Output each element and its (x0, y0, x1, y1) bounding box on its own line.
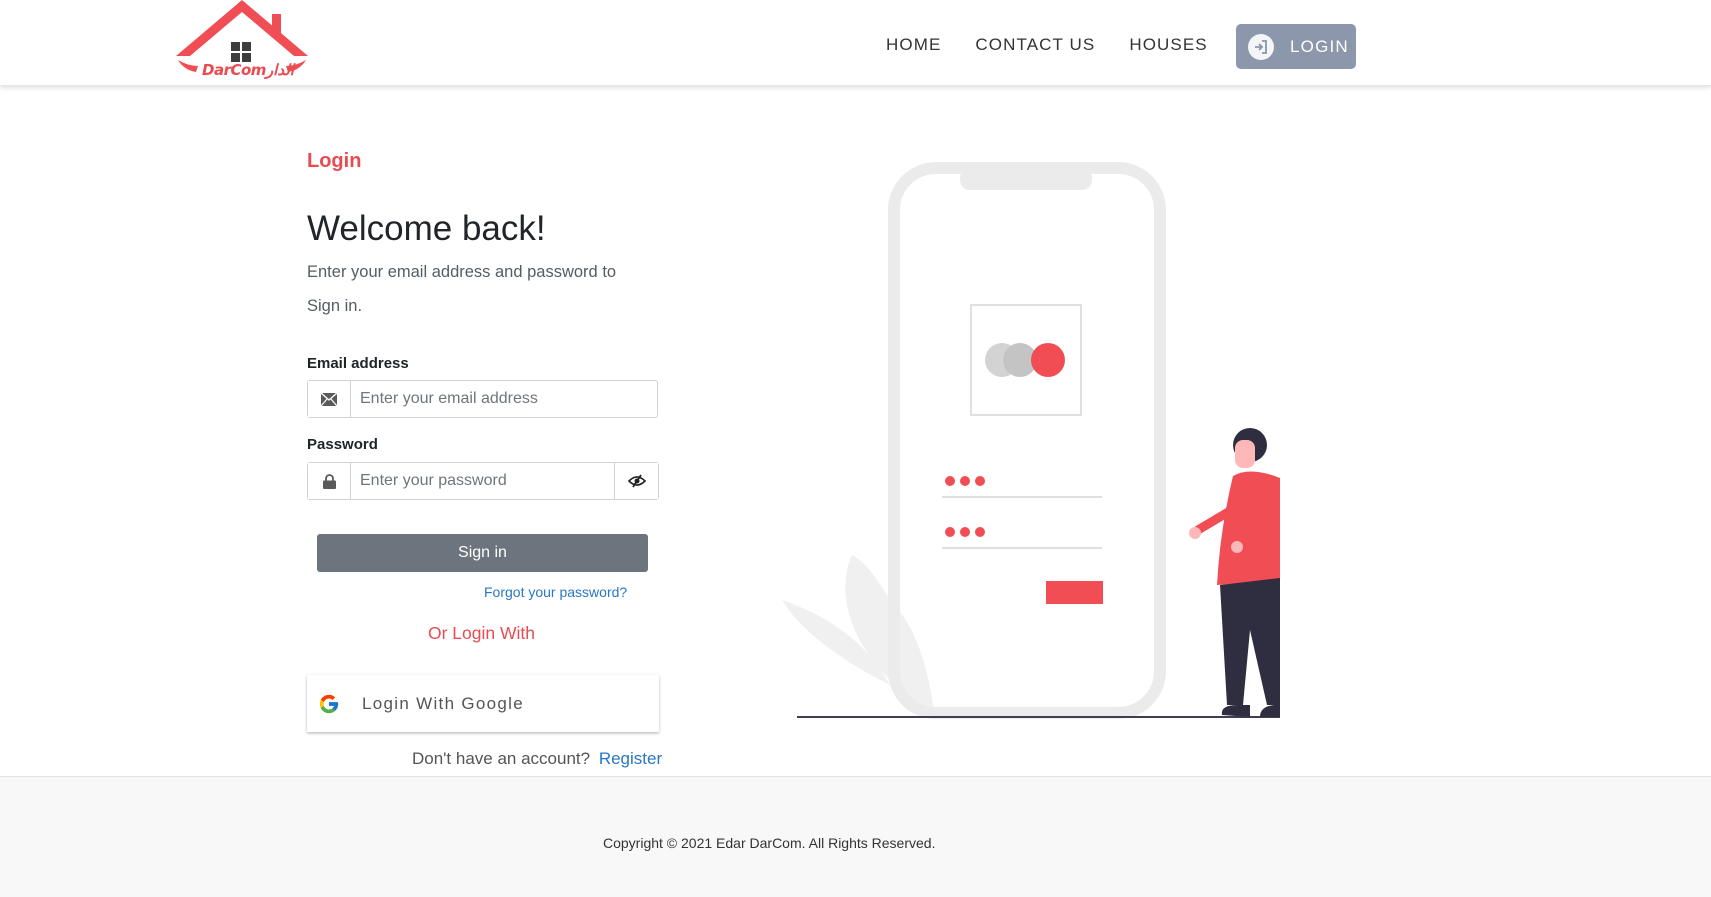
login-arrow-icon (1248, 33, 1274, 60)
nav-home[interactable]: HOME (886, 35, 941, 55)
password-input-group (307, 462, 659, 500)
nav-houses[interactable]: HOUSES (1129, 35, 1207, 55)
register-prompt: Don't have an account? Register (412, 749, 662, 769)
section-title: Login (307, 150, 362, 172)
forgot-password-link[interactable]: Forgot your password? (484, 584, 627, 600)
welcome-heading: Welcome back! (307, 209, 546, 248)
darcom-logo[interactable]: DarComالدار (172, 0, 312, 84)
or-login-with-text: Or Login With (428, 623, 535, 643)
google-icon (318, 693, 340, 715)
envelope-icon (308, 381, 351, 417)
phone-login-illustration-icon (782, 162, 1285, 719)
lock-icon (308, 463, 351, 499)
no-account-text: Don't have an account? (412, 749, 591, 768)
eye-slash-icon[interactable] (614, 463, 658, 499)
logo-text: DarComالدار (202, 61, 294, 79)
google-login-label: Login With Google (362, 693, 524, 713)
google-login-button[interactable]: Login With Google (307, 675, 659, 732)
email-label: Email address (307, 355, 409, 372)
nav-login-button[interactable]: LOGIN (1236, 24, 1356, 69)
password-label: Password (307, 436, 378, 453)
login-form: Login Welcome back! Enter your email add… (307, 150, 662, 768)
login-subtitle: Enter your email address and password to… (307, 263, 617, 315)
footer: Copyright © 2021 Edar DarCom. All Rights… (0, 776, 1711, 897)
copyright-text: Copyright © 2021 Edar DarCom. All Rights… (603, 835, 936, 851)
signin-button[interactable]: Sign in (317, 534, 648, 572)
navbar: DarComالدار HOME CONTACT US HOUSES LOGIN (0, 0, 1711, 86)
email-input[interactable] (351, 381, 657, 417)
register-link[interactable]: Register (599, 749, 662, 768)
password-input[interactable] (351, 463, 614, 499)
nav-links: HOME CONTACT US HOUSES (886, 35, 1242, 55)
email-input-group (307, 380, 658, 418)
nav-login-label: LOGIN (1290, 36, 1349, 56)
login-illustration (780, 160, 1285, 725)
nav-contact-us[interactable]: CONTACT US (975, 35, 1095, 55)
